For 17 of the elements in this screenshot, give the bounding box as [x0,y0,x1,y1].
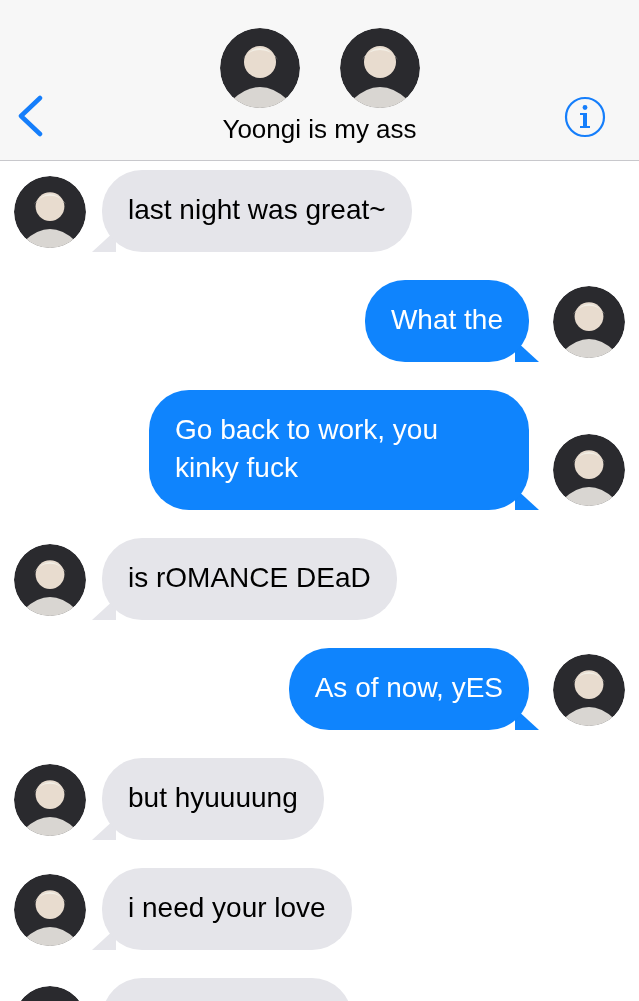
avatar [14,764,86,836]
message-bubble: i need your love [102,868,352,950]
info-icon[interactable] [564,96,606,138]
avatar [14,544,86,616]
message-bubble: is rOMANCE DEaD [102,538,397,620]
message-bubble: but hyuuuung [102,758,324,840]
avatar [553,286,625,358]
conversation-title[interactable]: Yoongi is my ass [0,114,639,144]
message-bubble: Go back to work, you kinky fuck [149,390,529,510]
message-bubble: last night was great~ [102,170,412,252]
avatar [553,434,625,506]
message-bubble: What the [364,280,529,362]
avatar [14,874,86,946]
back-icon[interactable] [16,95,44,137]
avatar [14,176,86,248]
avatar [553,654,625,726]
message-bubble: As of now, yES [288,648,529,730]
